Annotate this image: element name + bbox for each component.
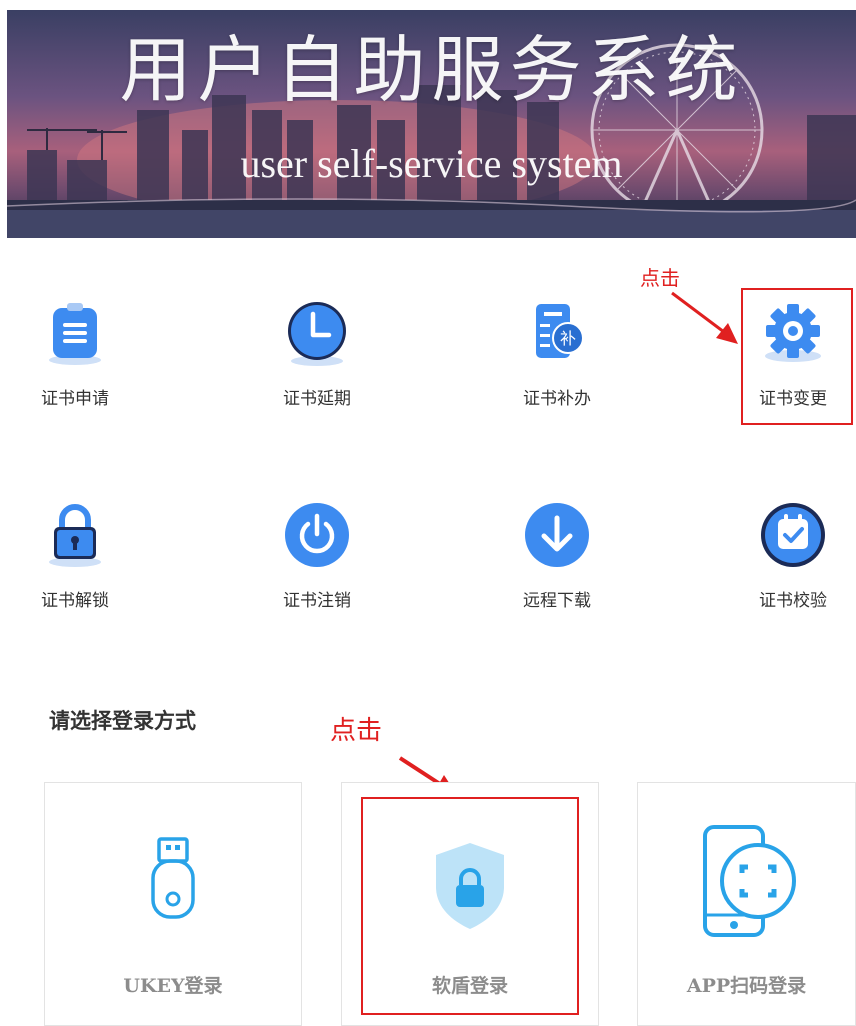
login-option-ukey[interactable]: UKEY登录 (44, 782, 302, 1026)
login-option-app-scan[interactable]: APP扫码登录 (637, 782, 856, 1026)
login-option-label: APP扫码登录 (686, 975, 807, 997)
login-option-label: UKEY登录 (123, 975, 223, 997)
usb-key-icon (151, 837, 195, 919)
annotation-highlight-box-login (361, 797, 579, 1015)
phone-scan-icon (702, 825, 796, 937)
